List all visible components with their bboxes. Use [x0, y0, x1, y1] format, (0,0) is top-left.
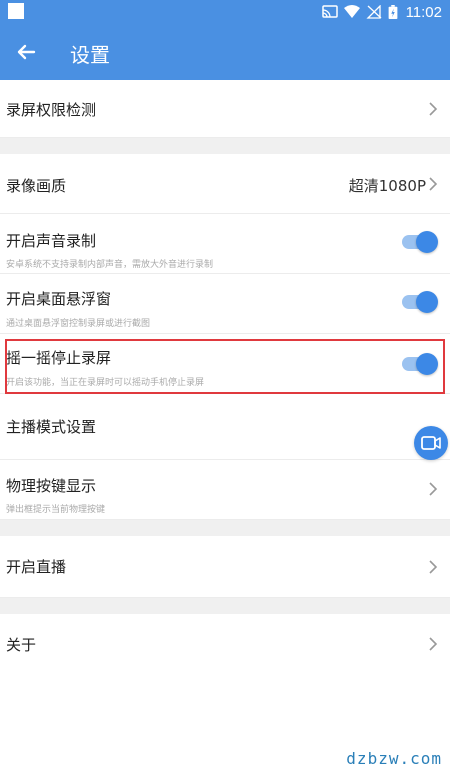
setting-label: 关于 [6, 636, 37, 654]
shake-stop-toggle[interactable] [402, 352, 438, 376]
setting-live-stream[interactable]: 开启直播 [0, 536, 450, 598]
setting-label: 主播模式设置 [6, 418, 97, 436]
setting-description: 弹出框提示当前物理按键 [6, 505, 106, 515]
battery-charging-icon [388, 5, 397, 19]
chevron-right-icon [429, 177, 438, 191]
section-divider [0, 598, 450, 614]
setting-description: 开启该功能，当正在录屏时可以摇动手机停止录屏 [6, 378, 205, 388]
setting-label: 录像画质 [6, 177, 67, 195]
status-icons: 11:02 [321, 2, 442, 22]
audio-record-toggle[interactable] [402, 230, 438, 254]
floating-window-toggle[interactable] [402, 290, 438, 314]
section-divider [0, 138, 450, 154]
setting-description: 通过桌面悬浮窗控制录屏或进行截图 [6, 319, 151, 329]
status-bar: 11:02 [0, 0, 450, 24]
watermark-text: dzbzw.com [346, 749, 442, 768]
setting-anchor-mode[interactable]: 主播模式设置 [0, 394, 450, 460]
setting-permission-check[interactable]: 录屏权限检测 [0, 80, 450, 138]
clock: 11:02 [405, 3, 442, 21]
chevron-right-icon [429, 102, 438, 116]
page-title: 设置 [70, 43, 110, 67]
chevron-right-icon [429, 560, 438, 574]
setting-label: 开启声音录制 [6, 232, 97, 250]
app-notification-icon [8, 3, 24, 19]
setting-label: 开启桌面悬浮窗 [6, 290, 112, 308]
setting-value: 超清1080P [348, 177, 426, 195]
setting-description: 安卓系统不支持录制内部声音，需放大外音进行录制 [6, 260, 214, 270]
video-camera-icon [421, 436, 441, 450]
wifi-icon [343, 5, 360, 18]
back-arrow-icon[interactable] [12, 38, 40, 66]
setting-label: 物理按键显示 [6, 477, 97, 495]
no-signal-icon [365, 5, 382, 19]
cast-icon [321, 5, 338, 18]
app-bar: 设置 [0, 24, 450, 80]
chevron-right-icon [429, 637, 438, 651]
setting-physical-keys[interactable]: 物理按键显示 弹出框提示当前物理按键 [0, 460, 450, 520]
setting-label: 摇一摇停止录屏 [6, 349, 112, 367]
chevron-right-icon [429, 482, 438, 496]
setting-label: 录屏权限检测 [6, 101, 97, 119]
setting-about[interactable]: 关于 [0, 614, 450, 676]
setting-video-quality[interactable]: 录像画质 超清1080P [0, 154, 450, 214]
setting-shake-stop: 摇一摇停止录屏 开启该功能，当正在录屏时可以摇动手机停止录屏 [0, 334, 450, 394]
section-divider [0, 520, 450, 536]
setting-label: 开启直播 [6, 558, 67, 576]
settings-list: 录屏权限检测 录像画质 超清1080P 开启声音录制 安卓系统不支持录制内部声音… [0, 80, 450, 676]
floating-record-button[interactable] [414, 426, 448, 460]
setting-audio-record: 开启声音录制 安卓系统不支持录制内部声音，需放大外音进行录制 [0, 214, 450, 274]
setting-floating-window: 开启桌面悬浮窗 通过桌面悬浮窗控制录屏或进行截图 [0, 274, 450, 334]
